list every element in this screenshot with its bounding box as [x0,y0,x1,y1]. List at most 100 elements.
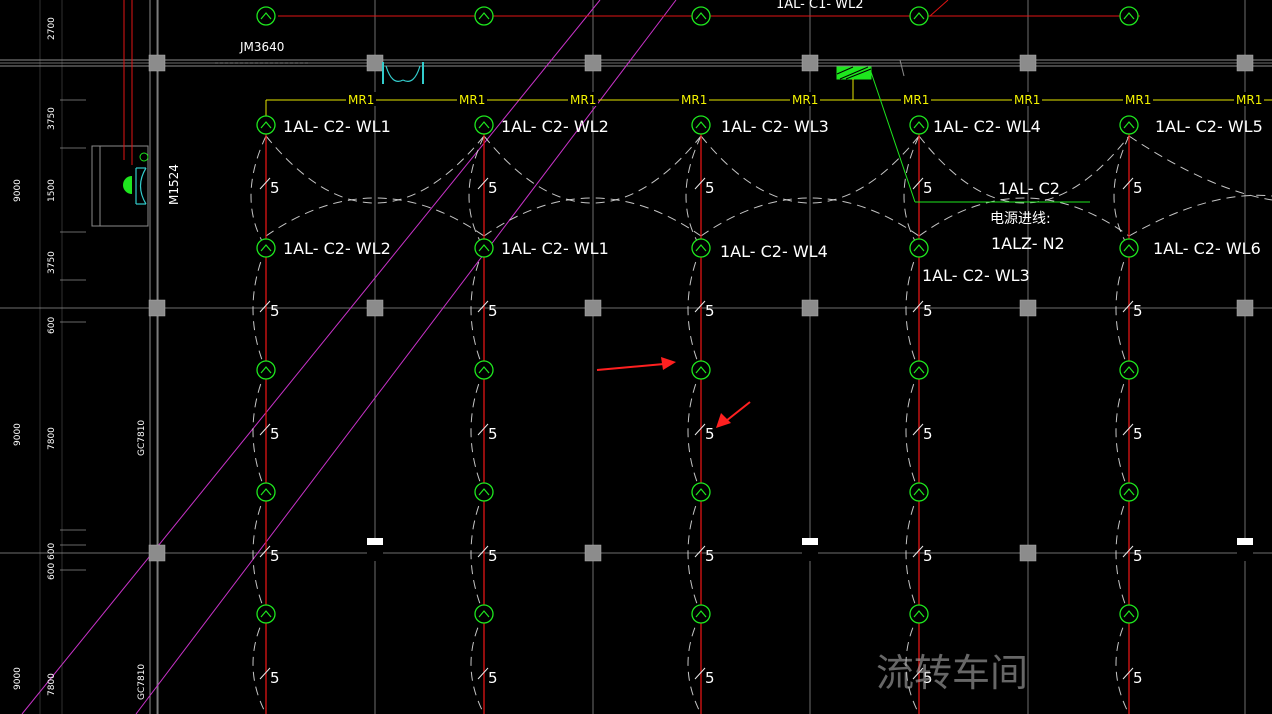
structural-column [1019,299,1037,317]
wire-count: 5 [705,302,715,320]
circuit-label-row1: 1AL- C2- WL2 [501,117,609,136]
wire-count: 5 [488,547,498,565]
wire-count: 5 [488,669,498,687]
wire-count: 5 [705,425,715,443]
circuit-label-row2: 1AL- C2- WL4 [720,242,828,261]
wire-count: 5 [1133,179,1143,197]
structural-column [148,299,166,317]
cad-drawing-canvas[interactable]: 1AL- C1- WL2 MR1 MR1 MR1 MR1 MR1 MR1 MR1 MR1 MR1… [0,0,1272,714]
mr-label: MR1 [348,93,374,107]
light-fixture [474,482,494,502]
light-fixture [474,360,494,380]
mr-label: MR1 [1125,93,1151,107]
wire-count: 5 [270,425,280,443]
fixture-circle [474,6,494,26]
dimension-value: 7800 [47,427,57,450]
structural-column [1019,54,1037,72]
structural-column [584,54,602,72]
circuit-label-row2: 1AL- C2- WL3 [922,266,1030,285]
circuit-label-row2: 1AL- C2- WL6 [1153,239,1261,258]
source-caption: 电源进线: [990,211,1051,227]
dimension-value: 1500 [47,179,57,202]
dimension-value: 9000 [13,423,23,446]
circuit-label-row2: 1AL- C2- WL1 [501,239,609,258]
light-fixture [474,238,494,258]
panel-name: 1AL- C2 [998,179,1060,198]
wire-count: 5 [270,547,280,565]
wire-count: 5 [270,669,280,687]
circuit-label-row2: 1AL- C2- WL2 [283,239,391,258]
wire-count: 5 [488,302,498,320]
wire-count: 5 [923,179,933,197]
wire-count: 5 [270,179,280,197]
column-mask [802,545,818,561]
structural-column [584,299,602,317]
circuit-label-row1: 1AL- C2- WL3 [721,117,829,136]
column-marker [802,538,818,545]
light-fixture [909,115,929,135]
dimension-value: 9000 [13,179,23,202]
wire-count: 5 [488,425,498,443]
wire-count: 5 [705,669,715,687]
light-fixture [256,482,276,502]
watermark: 流转车间 [876,651,1028,695]
dimension-value: 600 [47,543,57,560]
wire-count: 5 [923,425,933,443]
wire-count: 5 [270,302,280,320]
wire-count: 5 [1133,669,1143,687]
column-marker [367,538,383,545]
light-fixture [1119,604,1139,624]
light-fixture [909,604,929,624]
light-fixture [1119,115,1139,135]
mr-label: MR1 [570,93,596,107]
light-fixture [909,482,929,502]
light-fixture [909,238,929,258]
source-feeder: 1ALZ- N2 [991,234,1065,253]
column-mask [1237,545,1253,561]
fixture-circle [909,6,929,26]
light-fixture [691,238,711,258]
light-fixture [256,238,276,258]
light-fixture [474,115,494,135]
light-fixture [691,482,711,502]
light-fixture [1119,360,1139,380]
wire-count: 5 [705,547,715,565]
light-fixture [1119,238,1139,258]
dimension-value: 3750 [47,251,57,274]
structural-column [1236,54,1254,72]
structural-column [801,54,819,72]
light-fixture [691,115,711,135]
structural-column [1019,544,1037,562]
column-tag-2: GC7810 [137,664,147,700]
column-marker [1237,538,1253,545]
light-fixture [691,360,711,380]
fixture-circle [256,6,276,26]
mr-label: MR1 [903,93,929,107]
circuit-label-row1: 1AL- C2- WL5 [1155,117,1263,136]
light-fixture [474,604,494,624]
structural-column [366,299,384,317]
circuit-label-row1: 1AL- C2- WL4 [933,117,1041,136]
structural-column [148,54,166,72]
structural-column [801,299,819,317]
structural-column [584,544,602,562]
column-mask [367,545,383,561]
structural-column [366,54,384,72]
window-label: JM3640 [239,40,284,54]
light-fixture [909,360,929,380]
mr-label: MR1 [1014,93,1040,107]
light-fixture [256,360,276,380]
mr-label: MR1 [459,93,485,107]
dimension-value: 7800 [47,673,57,696]
door-label: M1524 [167,164,181,205]
wire-count: 5 [1133,547,1143,565]
dimension-value: 9000 [13,667,23,690]
light-fixture [691,604,711,624]
wire-count: 5 [923,302,933,320]
background [0,0,1272,714]
top-circuit-label: 1AL- C1- WL2 [776,0,864,12]
light-fixture [256,115,276,135]
wire-count: 5 [1133,302,1143,320]
wire-count: 5 [1133,425,1143,443]
mr-label: MR1 [681,93,707,107]
